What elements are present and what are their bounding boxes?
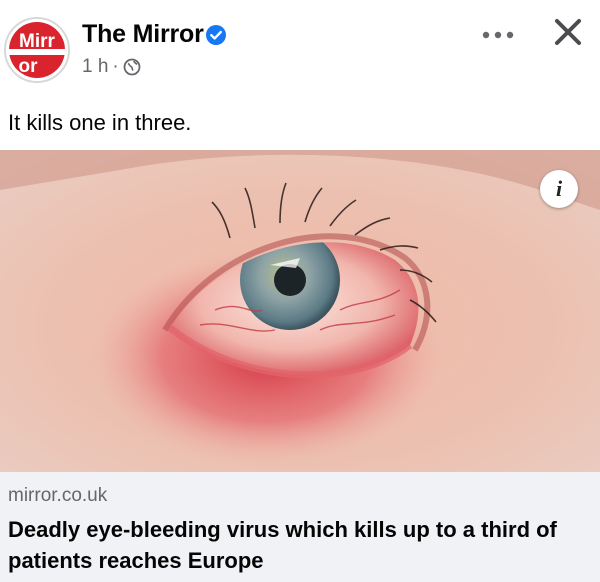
page-name-link[interactable]: The Mirror xyxy=(82,20,204,49)
post-image[interactable] xyxy=(0,150,600,472)
page-avatar[interactable]: Mirr or xyxy=(4,17,70,83)
verified-badge-icon xyxy=(206,25,226,45)
info-button[interactable]: i xyxy=(540,170,578,208)
more-options-icon[interactable] xyxy=(478,24,518,46)
post-header: Mirr or The Mirror 1 h · xyxy=(0,0,600,100)
close-icon[interactable] xyxy=(550,14,586,50)
post-meta: 1 h · xyxy=(82,56,141,78)
globe-icon xyxy=(123,58,141,76)
link-headline[interactable]: Deadly eye-bleeding virus which kills up… xyxy=(8,514,588,576)
post-timestamp[interactable]: 1 h xyxy=(82,56,108,78)
meta-separator: · xyxy=(112,56,119,77)
avatar-text-bottom: or xyxy=(19,56,39,77)
avatar-text-top: Mirr xyxy=(19,31,56,52)
post-caption: It kills one in three. xyxy=(8,110,192,135)
facebook-post: Mirr or The Mirror 1 h · It kills one in… xyxy=(0,0,600,582)
link-domain: mirror.co.uk xyxy=(8,485,108,506)
mirror-logo-icon: Mirr or xyxy=(6,19,68,81)
eye-photo xyxy=(0,150,600,472)
link-preview[interactable]: mirror.co.uk Deadly eye-bleeding virus w… xyxy=(0,472,600,582)
